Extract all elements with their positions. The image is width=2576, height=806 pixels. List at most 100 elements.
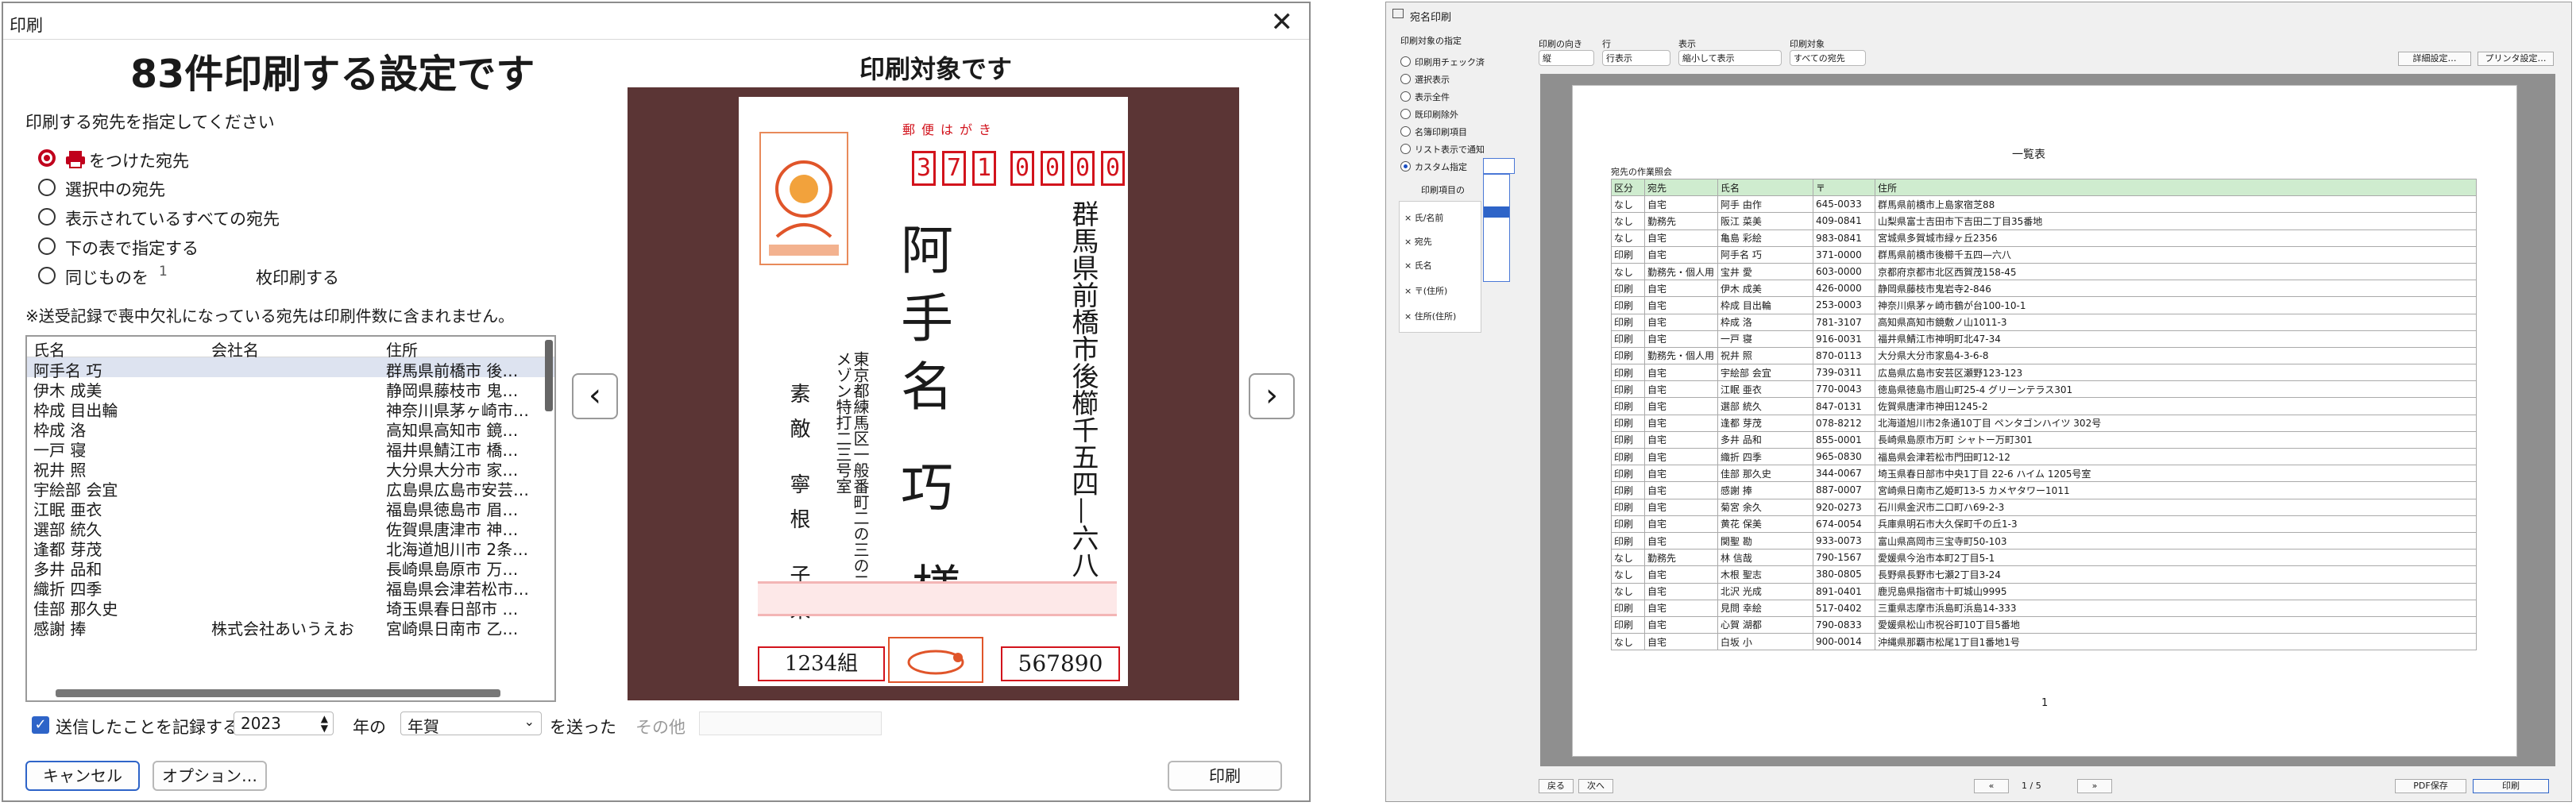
table-row[interactable]: 枠成 洛高知県高知市 鏡… (27, 417, 554, 440)
table-row[interactable]: 宇絵部 会宜 広島県広島市安芸… (27, 476, 554, 499)
lottery-group: 1234組 (758, 646, 885, 681)
dropdown-list[interactable] (1483, 174, 1510, 282)
other-input[interactable] (699, 712, 882, 735)
left-option: カスタム指定 (1415, 162, 1467, 172)
cell: なし (1611, 262, 1645, 281)
horizontal-scrollbar[interactable] (56, 689, 500, 697)
preview-paper: 一覧表 宛先の作業照会 区分 宛先 氏名 〒 住所 なし 自宅 阿手 由作 645-0… (1572, 85, 2517, 757)
table-row[interactable]: 阿手名 巧群馬県前橋市 後… (27, 357, 554, 380)
settings-button[interactable]: 詳細設定… (2398, 52, 2471, 66)
record-checkbox[interactable]: ✓ (32, 716, 49, 734)
cell: 印刷 (1611, 245, 1645, 264)
list-item[interactable]: × 宛先 (1404, 235, 1432, 248)
cell: 自宅 (1644, 481, 1718, 499)
cell: 関聖 勘 (1717, 531, 1813, 550)
table-row[interactable]: 織折 四季 福島県会津若松市… (27, 576, 554, 599)
year-stepper[interactable]: 2023 ▲ ▼ (234, 712, 334, 735)
cell: 勤務先 (1644, 549, 1718, 567)
option-all-label: 表示されているすべての宛先 (65, 210, 280, 229)
list-item[interactable]: × 住所(住所) (1404, 310, 1456, 322)
left-radio[interactable] (1400, 74, 1411, 84)
table-row[interactable]: 枠成 目出輪 神奈川県茅ヶ崎市… (27, 397, 554, 420)
display-select[interactable]: 縮小して表示 (1678, 50, 1782, 66)
table-row: なし 自宅 阿手 由作 645-0033 群馬県前橋市上島家宿芝88 (1611, 195, 2477, 214)
left-radio-selected[interactable] (1400, 161, 1411, 172)
table-row: 印刷 自宅 心賀 湖都 790-0833 愛媛県松山市祝谷町10丁目5番地 (1611, 615, 2477, 634)
cell: 自宅 (1644, 515, 1718, 533)
type-select[interactable]: 年賀 ⌄ (400, 712, 542, 736)
table-row[interactable]: 一戸 寝福井県鯖江市 橋… (27, 437, 554, 460)
table-row[interactable]: 江眠 亜衣 福島県徳島市 眉… (27, 496, 554, 519)
table-row: 印刷 自宅 枠成 洛 781-3107 高知県高知市鏡敷ノ山1011-3 (1611, 313, 2477, 331)
table-row[interactable]: 感謝 捧 株式会社あいうえお 宮崎県日南市 乙… (27, 615, 554, 638)
cell: 阿手名 巧 (1717, 245, 1813, 264)
left-radio[interactable] (1400, 126, 1411, 137)
printer-settings-button[interactable]: プリンタ設定… (2478, 52, 2554, 66)
recipient-name: 阿手名 巧 (892, 222, 953, 528)
sender-address: 東京都練馬区一般番町二の三の二 メゾン特打二三号室 (833, 351, 870, 589)
cell: 群馬県前橋市後櫛千五四—六八 (1875, 245, 2477, 264)
cancel-button[interactable]: キャンセル (25, 761, 140, 791)
list-item[interactable]: × 氏名 (1404, 259, 1432, 272)
cell: 印刷 (1611, 414, 1645, 432)
cell-company: 株式会社あいうえお (211, 619, 354, 638)
cell: 北海道旭川市2条通10丁目 ペンタゴンハイツ 302号 (1875, 414, 2477, 432)
cell: 愛媛県今治市本町2丁目5-1 (1875, 549, 2477, 567)
cell: 印刷 (1611, 615, 1645, 634)
cell-name: 感謝 捧 (33, 619, 87, 638)
cell: 鹿児島県指宿市十町城山9995 (1875, 582, 2477, 600)
left-option: 既印刷除外 (1415, 110, 1458, 120)
target-select[interactable]: すべての宛先 (1790, 50, 1866, 66)
list-item[interactable]: × 〒(住所) (1404, 284, 1447, 297)
radio-table[interactable] (38, 237, 56, 255)
sent-label: を送った (550, 718, 616, 737)
custom-select[interactable] (1483, 158, 1515, 174)
table-row[interactable]: 逢都 芽茂 北海道旭川市 2条… (27, 536, 554, 559)
table-row[interactable]: 祝井 照大分県大分市 家… (27, 457, 554, 480)
copies-input[interactable]: 1 (159, 264, 168, 280)
left-radio[interactable] (1400, 91, 1411, 102)
cell: 739-0311 (1813, 364, 1875, 382)
row-select[interactable]: 行表示 (1602, 50, 1670, 66)
next-button[interactable]: › (1249, 373, 1295, 419)
table-row[interactable]: 選部 統久 佐賀県唐津市 神… (27, 516, 554, 539)
dropdown-highlight[interactable] (1484, 206, 1509, 218)
list-print-window: 宛名印刷 印刷対象の指定 印刷用チェック済 選択表示 表示全件 既印刷除外 名簿… (1385, 2, 2572, 802)
radio-same[interactable] (38, 267, 56, 284)
forward-button[interactable]: 次へ (1578, 779, 1613, 793)
back-button[interactable]: 戻る (1539, 779, 1574, 793)
left-radio[interactable] (1400, 109, 1411, 119)
other-label: その他 (635, 718, 686, 737)
table-row[interactable]: 伊木 成美 静岡県藤枝市 鬼… (27, 377, 554, 400)
orientation-select[interactable]: 縦 (1539, 50, 1594, 66)
prev-button[interactable]: ‹ (572, 373, 618, 419)
radio-marked[interactable] (38, 149, 56, 167)
stepper-icon[interactable]: ▲ ▼ (321, 714, 328, 733)
radio-all-shown[interactable] (38, 208, 56, 226)
cell: 900-0014 (1813, 633, 1875, 651)
table-row[interactable]: 佳部 那久史 埼玉県春日部市 … (27, 596, 554, 619)
vertical-scrollbar[interactable] (545, 340, 553, 411)
cell: 神奈川県茅ヶ崎市鶴が台100-10-1 (1875, 296, 2477, 314)
close-icon[interactable]: ✕ (1271, 6, 1294, 38)
item-list[interactable]: × 氏/名前 × 宛先 × 氏名 × 〒(住所) × 住所(住所) (1399, 201, 1481, 333)
radio-selected[interactable] (38, 179, 56, 196)
cell: 石川県金沢市二口町ハ69-2-3 (1875, 498, 2477, 516)
left-radio[interactable] (1400, 56, 1411, 67)
table-row: 印刷 自宅 一戸 寝 916-0031 福井県鯖江市神明町北47-34 (1611, 330, 2477, 348)
list-item[interactable]: × 氏/名前 (1404, 211, 1443, 224)
table-row: 印刷 自宅 江眠 亜衣 770-0043 徳島県徳島市眉山町25-4 グリーンテラス30… (1611, 380, 2477, 399)
pdf-save-button[interactable]: PDF保存 (2395, 779, 2466, 793)
print-button[interactable]: 印刷 (1168, 761, 1282, 791)
sub-print-button[interactable]: 印刷 (2473, 779, 2549, 793)
cell: 380-0805 (1813, 565, 1875, 584)
table-row[interactable]: 多井 品和 長崎県島原市 万… (27, 556, 554, 579)
first-page-button[interactable]: « (1974, 779, 2009, 793)
options-button[interactable]: オプション… (153, 761, 267, 791)
table-header: 氏名 会社名 住所 (27, 337, 554, 360)
left-radio[interactable] (1400, 144, 1411, 154)
last-page-button[interactable]: » (2077, 779, 2112, 793)
cell: 勤務先・個人用 (1644, 262, 1718, 281)
table-row: 印刷 自宅 枠成 目出輪 253-0003 神奈川県茅ヶ崎市鶴が台100-10-1 (1611, 296, 2477, 314)
recipient-table[interactable]: 氏名 会社名 住所 阿手名 巧群馬県前橋市 後… 伊木 成美 静岡県藤枝市 鬼… … (25, 335, 556, 702)
